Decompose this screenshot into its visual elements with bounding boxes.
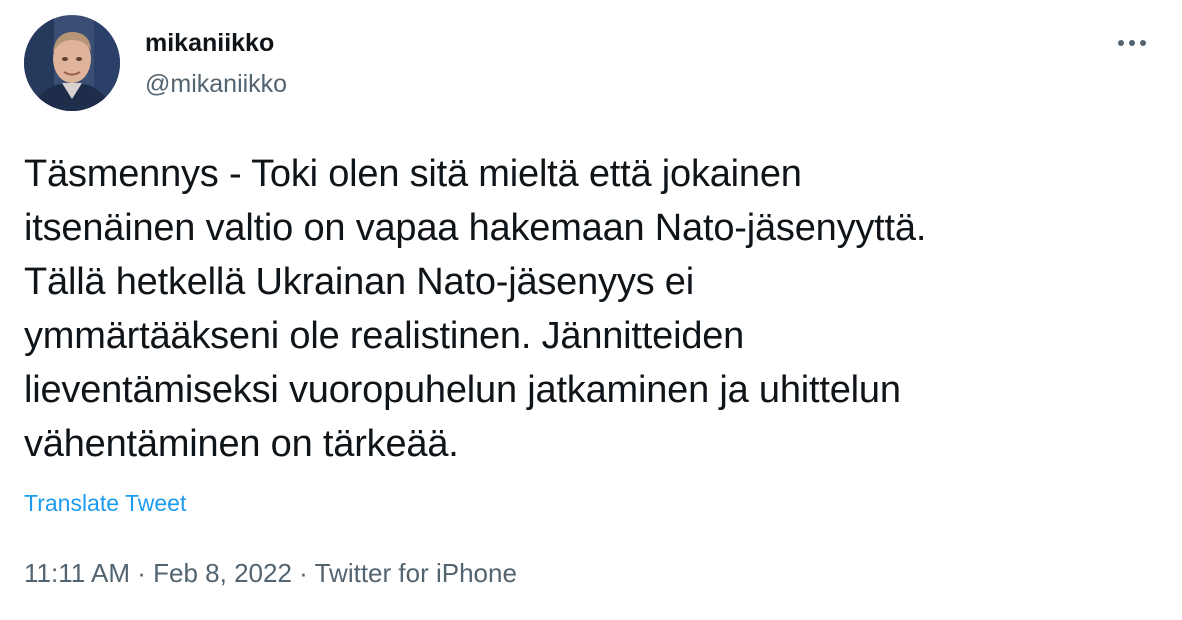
more-options-icon [1118,40,1146,46]
meta-separator: · [299,558,308,588]
profile-photo [24,15,120,111]
avatar[interactable] [24,15,120,111]
author-display-name[interactable]: mikaniikko [145,28,274,58]
tweet-date[interactable]: Feb 8, 2022 [153,558,292,588]
tweet-time[interactable]: 11:11 AM [24,558,130,588]
tweet-card: mikaniikko @mikaniikko Täsmennys - Toki … [0,0,1182,620]
tweet-source[interactable]: Twitter for iPhone [315,558,517,588]
meta-separator: · [137,558,146,588]
more-options-button[interactable] [1114,28,1150,58]
tweet-text: Täsmennys - Toki olen sitä mieltä että j… [24,153,927,465]
author-handle[interactable]: @mikaniikko [145,69,287,99]
translate-tweet-link[interactable]: Translate Tweet [24,488,186,518]
tweet-metadata: 11:11 AM · Feb 8, 2022 · Twitter for iPh… [24,557,517,589]
